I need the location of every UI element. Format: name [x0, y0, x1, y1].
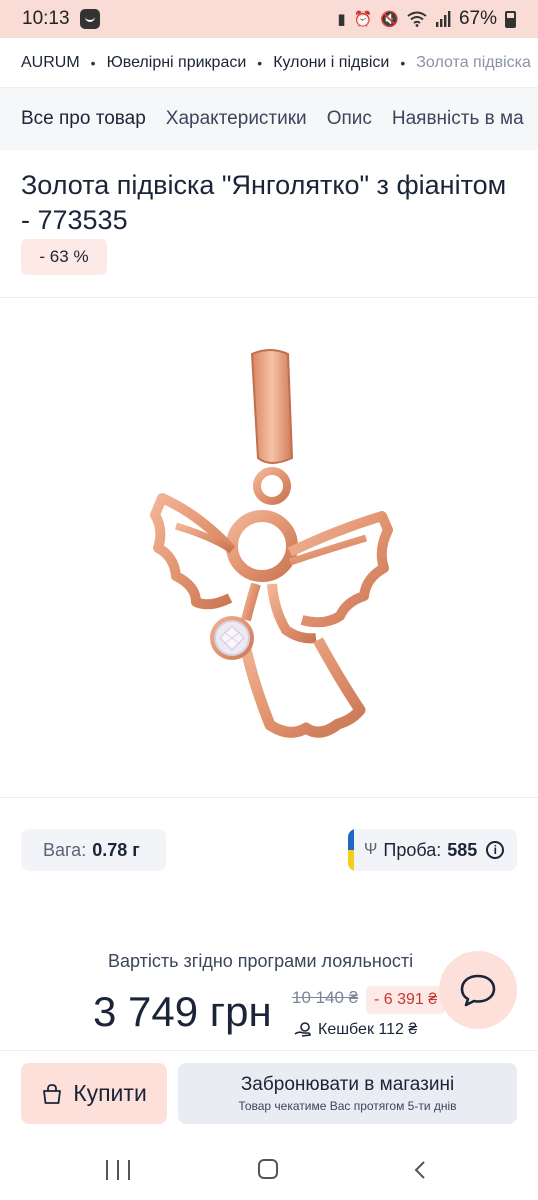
status-bar: 10:13 ▮ ⏰ 🔇 67% — [0, 0, 538, 38]
status-icons: ▮ ⏰ 🔇 67% — [337, 8, 516, 30]
reserve-label: Забронювати в магазині — [240, 1074, 455, 1095]
breadcrumb-item-jewelry[interactable]: Ювелірні прикраси — [107, 54, 247, 72]
reserve-subtitle: Товар чекатиме Вас протягом 5-ти днів — [238, 1099, 457, 1113]
recents-icon[interactable] — [106, 1160, 130, 1180]
alarm-icon: ⏰ — [353, 11, 373, 28]
breadcrumb-separator: • — [257, 54, 263, 71]
breadcrumb: AURUM • Ювелірні прикраси • Кулони і під… — [0, 38, 538, 88]
tab-availability[interactable]: Наявність в ма — [392, 108, 524, 130]
reserve-in-store-button[interactable]: Забронювати в магазині Товар чекатиме Ва… — [178, 1063, 517, 1124]
cashback-text: Кешбек 112 ₴ — [318, 1021, 418, 1038]
product-image[interactable] — [140, 340, 400, 760]
battery-icon — [505, 10, 516, 28]
cashback: Кешбек 112 ₴ — [294, 1021, 417, 1039]
breadcrumb-item-current: Золота підвіска — [416, 53, 531, 71]
cashback-icon — [294, 1022, 311, 1037]
loyalty-price-label: Вартість згідно програми лояльності — [108, 951, 414, 971]
proba-chip[interactable]: Ψ Проба: 585 i — [348, 829, 517, 871]
divider — [0, 797, 538, 798]
proba-label: Проба: — [383, 839, 442, 860]
tab-all-about[interactable]: Все про товар — [21, 108, 146, 130]
shopping-bag-icon — [43, 1083, 62, 1104]
back-icon[interactable] — [412, 1160, 428, 1180]
proba-value: 585 — [447, 839, 478, 860]
breadcrumb-item-pendants[interactable]: Кулони і підвіси — [273, 54, 389, 72]
wifi-icon — [407, 11, 427, 27]
savings-badge: - 6 391 ₴ — [366, 986, 446, 1014]
mute-icon: 🔇 — [380, 11, 399, 28]
battery-percent: 67% — [458, 8, 497, 29]
chat-button[interactable] — [439, 951, 517, 1029]
tab-description[interactable]: Опис — [327, 108, 372, 130]
discount-badge: - 63 % — [21, 239, 107, 275]
buy-label: Купити — [73, 1080, 147, 1106]
old-price: 10 140 ₴ — [292, 988, 359, 1007]
product-tabs: Все про товар Характеристики Опис Наявні… — [0, 88, 538, 150]
info-icon[interactable]: i — [486, 841, 505, 859]
weight-chip: Вага: 0.78 г — [21, 829, 166, 871]
divider — [0, 297, 538, 298]
weight-label: Вага: — [43, 839, 87, 860]
breadcrumb-item-home[interactable]: AURUM — [21, 54, 80, 72]
chat-bubble-icon — [460, 974, 496, 1007]
buy-button[interactable]: Купити — [21, 1063, 167, 1124]
status-time: 10:13 — [22, 8, 70, 29]
current-price: 3 749 грн — [93, 988, 272, 1035]
trident-icon: Ψ — [364, 841, 378, 858]
breadcrumb-separator: • — [90, 54, 96, 71]
home-icon[interactable] — [258, 1159, 278, 1179]
breadcrumb-separator: • — [400, 54, 406, 71]
ukraine-flag-icon — [348, 829, 354, 871]
tab-characteristics[interactable]: Характеристики — [166, 108, 307, 130]
weight-value: 0.78 г — [92, 839, 140, 860]
battery-saver-icon: ▮ — [337, 11, 346, 28]
product-title: Золота підвіска "Янголятко" з фіанітом -… — [21, 170, 507, 235]
app-notification-icon — [79, 9, 100, 29]
signal-icon — [435, 11, 451, 27]
